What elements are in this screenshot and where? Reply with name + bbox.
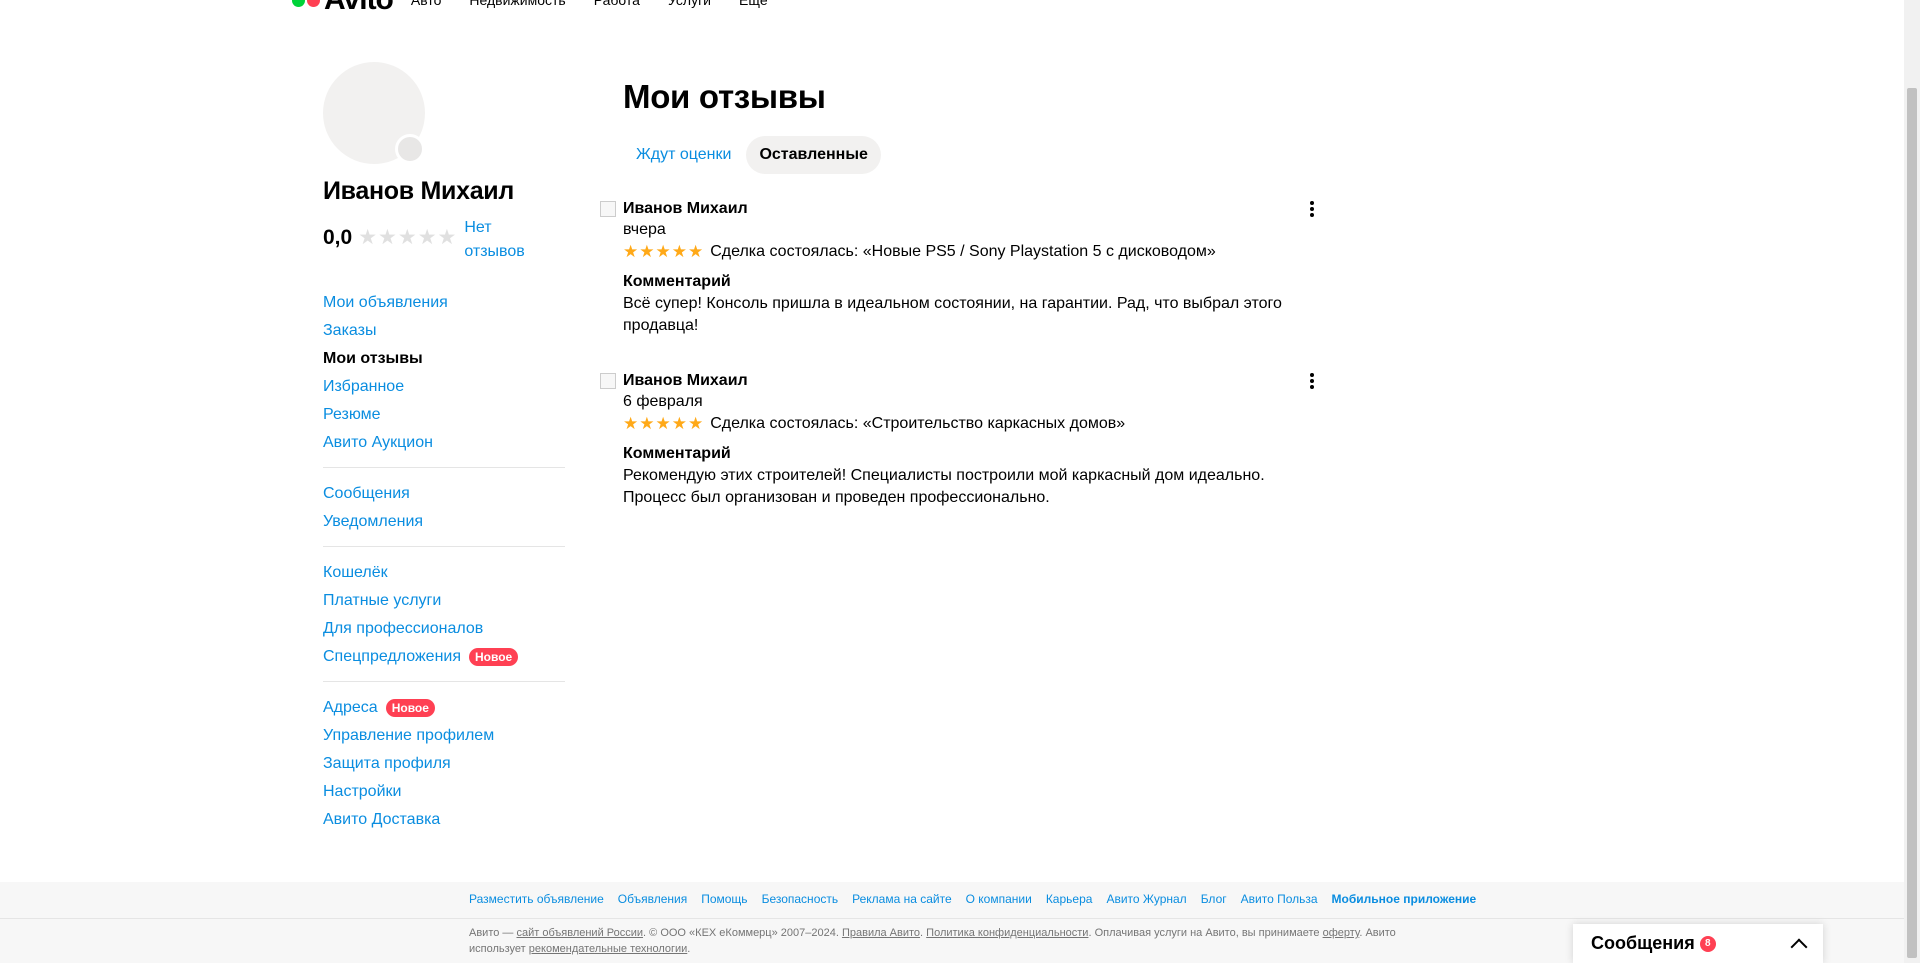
nav-link-realty[interactable]: Недвижимость <box>469 0 565 8</box>
deal-title: Сделка состоялась: «Строительство каркас… <box>710 415 1126 432</box>
footer-link-careers[interactable]: Карьера <box>1046 892 1093 906</box>
star-icon: ★ <box>378 226 397 249</box>
tab-left-reviews[interactable]: Оставленные <box>746 136 881 174</box>
sidebar-item-auction[interactable]: Авито Аукцион <box>323 429 565 457</box>
review-stars-icon: ★★★★★ <box>623 242 705 261</box>
sidebar-item-orders[interactable]: Заказы <box>323 317 565 345</box>
reviewer-avatar <box>600 201 616 217</box>
sidebar-item-delivery[interactable]: Авито Доставка <box>323 806 565 834</box>
more-options-icon[interactable] <box>1304 371 1320 391</box>
comment-heading: Комментарий <box>623 445 731 462</box>
reviewer-avatar <box>600 373 616 389</box>
reviewer-name[interactable]: Иванов Михаил <box>623 372 748 390</box>
star-icon: ★ <box>417 226 437 249</box>
legal-link[interactable]: рекомендательные технологии <box>529 943 688 955</box>
new-badge: Новое <box>385 699 435 717</box>
menu-group-communication: Сообщения Уведомления <box>323 480 565 547</box>
footer-legal-text: Авито — сайт объявлений России. © ООО «К… <box>469 927 1396 955</box>
page-title: Мои отзывы <box>623 78 826 115</box>
sidebar-item-favorites[interactable]: Избранное <box>323 373 565 401</box>
sidebar-item-my-listings[interactable]: Мои объявления <box>323 289 565 317</box>
no-reviews-link[interactable]: Нет отзывов <box>464 216 544 264</box>
footer-link-benefit[interactable]: Авито Польза <box>1241 892 1318 906</box>
footer-link-ads[interactable]: Объявления <box>618 892 687 906</box>
footer-link-journal[interactable]: Авито Журнал <box>1106 892 1186 906</box>
review-card: Иванов Михаил вчера ★★★★★ Сделка состоял… <box>600 199 1320 337</box>
footer-links: Разместить объявление Объявления Помощь … <box>469 892 1476 906</box>
deal-title: Сделка состоялась: «Новые PS5 / Sony Pla… <box>710 243 1216 260</box>
footer-link-about[interactable]: О компании <box>966 892 1032 906</box>
menu-group-listings: Мои объявления Заказы Мои отзывы Избранн… <box>323 289 565 468</box>
sidebar-item-wallet[interactable]: Кошелёк <box>323 559 565 587</box>
avito-logo[interactable]: Avito <box>292 0 394 17</box>
review-tabs: Ждут оценки Оставленные <box>623 136 881 174</box>
sidebar-item-notifications[interactable]: Уведомления <box>323 508 565 536</box>
footer-link-help[interactable]: Помощь <box>701 892 747 906</box>
chevron-up-icon[interactable] <box>1790 938 1808 955</box>
legal-link[interactable]: Политика конфиденциальности <box>926 927 1088 939</box>
sidebar-menu: Мои объявления Заказы Мои отзывы Избранн… <box>323 289 565 856</box>
messages-count-badge: 8 <box>1699 935 1716 952</box>
menu-group-settings: Адреса Новое Управление профилем Защита … <box>323 694 565 844</box>
logo-dots-icon <box>292 0 320 7</box>
reviewer-name[interactable]: Иванов Михаил <box>623 200 748 218</box>
sidebar-item-profile-management[interactable]: Управление профилем <box>323 722 565 750</box>
page-scrollbar[interactable] <box>1904 0 1920 963</box>
top-nav: Avito Авто Недвижимость Работа Услуги Ещ… <box>292 0 796 16</box>
sidebar-item-messages[interactable]: Сообщения <box>323 480 565 508</box>
footer-link-post-ad[interactable]: Разместить объявление <box>469 892 604 906</box>
footer-divider <box>0 918 1904 919</box>
messages-widget[interactable]: Сообщения 8 <box>1573 924 1823 963</box>
sidebar-item-label: Адреса <box>323 699 378 716</box>
sidebar-item-profile-protection[interactable]: Защита профиля <box>323 750 565 778</box>
star-icon: ★ <box>358 226 378 249</box>
messages-widget-title: Сообщения <box>1591 933 1695 953</box>
footer-link-blog[interactable]: Блог <box>1201 892 1227 906</box>
comment-heading: Комментарий <box>623 273 731 290</box>
footer-link-safety[interactable]: Безопасность <box>762 892 839 906</box>
review-date: 6 февраля <box>623 393 703 410</box>
new-badge: Новое <box>469 648 519 666</box>
tab-awaiting-rating[interactable]: Ждут оценки <box>623 136 744 174</box>
legal-link[interactable]: оферту <box>1323 927 1360 939</box>
star-icon: ★ <box>397 226 417 249</box>
menu-group-finance: Кошелёк Платные услуги Для профессионало… <box>323 559 565 682</box>
sidebar-item-for-pros[interactable]: Для профессионалов <box>323 615 565 643</box>
rating-stars: ★ ★ ★ ★ ★ <box>358 226 456 250</box>
sidebar-item-my-reviews[interactable]: Мои отзывы <box>323 345 565 373</box>
nav-link-auto[interactable]: Авто <box>411 0 442 8</box>
footer-link-advertising[interactable]: Реклама на сайте <box>852 892 952 906</box>
logo-text: Avito <box>324 0 394 17</box>
scrollbar-thumb[interactable] <box>1907 88 1917 958</box>
profile-rating: 0,0 ★ ★ ★ ★ ★ Нет отзывов <box>323 216 544 264</box>
sidebar-item-addresses[interactable]: Адреса Новое <box>323 694 565 722</box>
star-icon: ★ <box>437 226 457 249</box>
more-options-icon[interactable] <box>1304 199 1320 219</box>
comment-text: Рекомендую этих строителей! Специалисты … <box>623 467 1265 506</box>
sidebar-item-label: Спецпредложения <box>323 648 461 665</box>
nav-link-services[interactable]: Услуги <box>668 0 711 8</box>
profile-name: Иванов Михаил <box>323 177 514 205</box>
footer-link-mobile-app[interactable]: Мобильное приложение <box>1332 892 1477 906</box>
avatar-status-badge <box>395 134 425 164</box>
sidebar-item-special-offers[interactable]: Спецпредложения Новое <box>323 643 565 671</box>
rating-value: 0,0 <box>323 226 353 249</box>
legal-link[interactable]: сайт объявлений России <box>516 927 643 939</box>
review-stars-icon: ★★★★★ <box>623 414 705 433</box>
review-date: вчера <box>623 221 666 238</box>
comment-text: Всё супер! Консоль пришла в идеальном со… <box>623 295 1282 334</box>
review-card: Иванов Михаил 6 февраля ★★★★★ Сделка сос… <box>600 371 1320 509</box>
sidebar-item-resume[interactable]: Резюме <box>323 401 565 429</box>
nav-link-more[interactable]: Ещё <box>739 0 768 8</box>
legal-link[interactable]: Правила Авито <box>842 927 920 939</box>
sidebar-item-paid-services[interactable]: Платные услуги <box>323 587 565 615</box>
sidebar-item-settings[interactable]: Настройки <box>323 778 565 806</box>
nav-link-jobs[interactable]: Работа <box>594 0 640 8</box>
